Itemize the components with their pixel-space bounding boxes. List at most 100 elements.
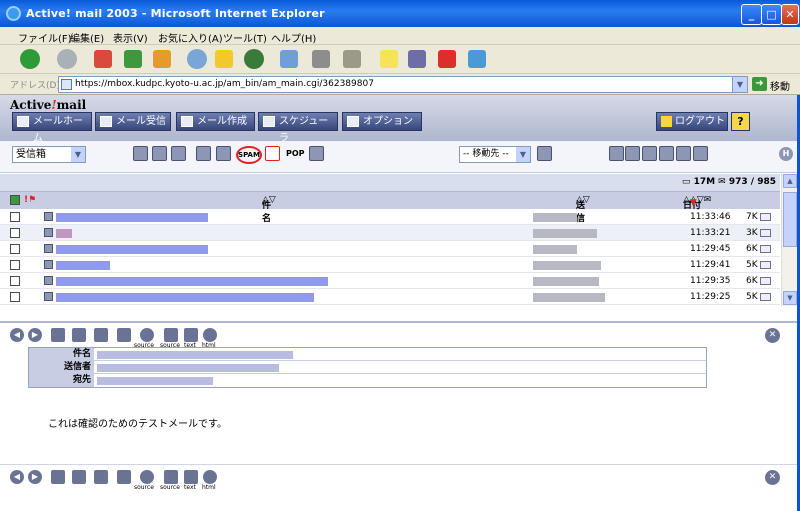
help-button[interactable]: ? <box>731 112 750 131</box>
sender-column-header[interactable]: 送信者 △▽ <box>576 195 590 237</box>
messenger-icon[interactable] <box>468 50 486 68</box>
close-window-button[interactable]: ✕ <box>781 4 799 25</box>
expand-icon[interactable] <box>44 292 53 301</box>
nav-mail-compose[interactable]: メール作成 <box>176 112 255 131</box>
subject-redacted[interactable] <box>56 229 72 238</box>
view-source-icon[interactable] <box>140 470 154 484</box>
row-checkbox[interactable] <box>10 260 20 270</box>
date-column-header[interactable]: 日付 △ ▼ △▽✉ <box>683 195 711 211</box>
close-message-icon[interactable]: ✕ <box>765 470 780 485</box>
forward-icon[interactable] <box>94 470 108 484</box>
expand-icon[interactable] <box>44 244 53 253</box>
list-scrollbar[interactable]: ▲ ▼ <box>781 174 797 306</box>
save-text-icon[interactable] <box>184 470 198 484</box>
nav-options[interactable]: オプション <box>342 112 422 131</box>
print-icon[interactable] <box>312 50 330 68</box>
subject-redacted[interactable] <box>56 293 314 302</box>
open-folder-icon[interactable] <box>152 146 167 161</box>
back-icon[interactable] <box>20 49 40 69</box>
expand-icon[interactable] <box>44 228 53 237</box>
empty-trash-icon[interactable] <box>309 146 324 161</box>
maximize-button[interactable]: □ <box>761 4 782 25</box>
address-input[interactable]: https://mbox.kudpc.kyoto-u.ac.jp/am_bin/… <box>58 76 748 93</box>
logout-button[interactable]: ログアウト <box>656 112 728 131</box>
mark-unread-icon[interactable] <box>625 146 640 161</box>
reply-icon[interactable] <box>51 470 65 484</box>
menu-help[interactable]: ヘルプ(H) <box>271 30 316 45</box>
address-dropdown-icon[interactable]: ▼ <box>732 77 747 92</box>
row-checkbox[interactable] <box>10 212 20 222</box>
subject-column-header[interactable]: 件名 △▽ <box>262 195 276 224</box>
row-checkbox[interactable] <box>10 244 20 254</box>
row-checkbox[interactable] <box>10 228 20 238</box>
trash-icon[interactable] <box>216 146 231 161</box>
attachment-icon[interactable] <box>693 146 708 161</box>
nav-scheduler[interactable]: スケジューラ <box>258 112 338 144</box>
refresh-icon[interactable] <box>124 50 142 68</box>
mark-read-icon[interactable] <box>609 146 624 161</box>
save-source-icon[interactable] <box>164 470 178 484</box>
research-icon[interactable] <box>408 50 426 68</box>
flag-column-icon[interactable]: !⚑ <box>24 195 36 205</box>
subject-redacted[interactable] <box>56 245 208 254</box>
view-html-icon[interactable] <box>203 470 217 484</box>
stop-icon[interactable] <box>94 50 112 68</box>
nav-mail-home[interactable]: メールホーム <box>12 112 92 144</box>
table-row[interactable]: 11:29:45 6K <box>0 241 780 257</box>
no-pop-icon[interactable] <box>265 146 280 161</box>
expand-icon[interactable] <box>44 260 53 269</box>
flag-red-icon[interactable] <box>659 146 674 161</box>
table-row[interactable]: 11:29:41 5K <box>0 257 780 273</box>
table-row[interactable]: 11:29:35 6K <box>0 273 780 289</box>
table-row[interactable]: 11:29:25 5K <box>0 289 780 305</box>
scroll-down-icon[interactable]: ▼ <box>783 291 797 305</box>
menu-view[interactable]: 表示(V) <box>113 30 148 45</box>
history-icon[interactable] <box>244 49 264 69</box>
forward-icon[interactable] <box>94 328 108 342</box>
print-icon[interactable] <box>117 328 131 342</box>
select-all-checkbox[interactable] <box>10 195 20 205</box>
go-arrow-icon[interactable]: ➜ <box>752 77 767 91</box>
nav-mail-receive[interactable]: メール受信 <box>95 112 171 131</box>
unflag-icon[interactable] <box>676 146 691 161</box>
save-text-icon[interactable] <box>184 328 198 342</box>
table-row[interactable]: 11:33:21 3K <box>0 225 780 241</box>
view-source-icon[interactable] <box>140 328 154 342</box>
reply-icon[interactable] <box>51 328 65 342</box>
receive-icon[interactable] <box>133 146 148 161</box>
move-to-select[interactable]: -- 移動先 -- ▼ <box>459 146 531 163</box>
mail-icon[interactable] <box>280 50 298 68</box>
scroll-up-icon[interactable]: ▲ <box>783 174 797 188</box>
menu-file[interactable]: ファイル(F) <box>18 30 72 45</box>
row-checkbox[interactable] <box>10 292 20 302</box>
row-checkbox[interactable] <box>10 276 20 286</box>
expand-icon[interactable] <box>44 276 53 285</box>
save-icon[interactable] <box>196 146 211 161</box>
save-source-icon[interactable] <box>164 328 178 342</box>
table-row[interactable]: 11:33:46 7K <box>0 209 780 225</box>
next-message-icon[interactable]: ▶ <box>28 470 42 484</box>
folder-select[interactable]: 受信箱 ▼ <box>12 146 86 163</box>
header-toggle-button[interactable]: H <box>779 147 793 161</box>
subject-redacted[interactable] <box>56 213 208 222</box>
scroll-thumb[interactable] <box>783 192 797 247</box>
pop-button[interactable]: POP <box>286 149 305 158</box>
reply-icon[interactable] <box>171 146 186 161</box>
expand-icon[interactable] <box>44 212 53 221</box>
go-button[interactable]: 移動 <box>770 78 790 93</box>
move-icon[interactable] <box>537 146 552 161</box>
subject-redacted[interactable] <box>56 261 110 270</box>
reply-all-icon[interactable] <box>72 328 86 342</box>
print-icon[interactable] <box>117 470 131 484</box>
reply-all-icon[interactable] <box>72 470 86 484</box>
menu-edit[interactable]: 編集(E) <box>70 30 104 45</box>
yahoo-toolbar-icon[interactable] <box>438 50 456 68</box>
spam-button[interactable]: SPAM <box>236 146 262 164</box>
prev-message-icon[interactable]: ◀ <box>10 470 24 484</box>
search-icon[interactable] <box>187 49 207 69</box>
home-icon[interactable] <box>153 50 171 68</box>
favorites-star-icon[interactable] <box>215 50 233 68</box>
edit-icon[interactable] <box>343 50 361 68</box>
flag-icon[interactable] <box>642 146 657 161</box>
forward-icon[interactable] <box>57 49 77 69</box>
